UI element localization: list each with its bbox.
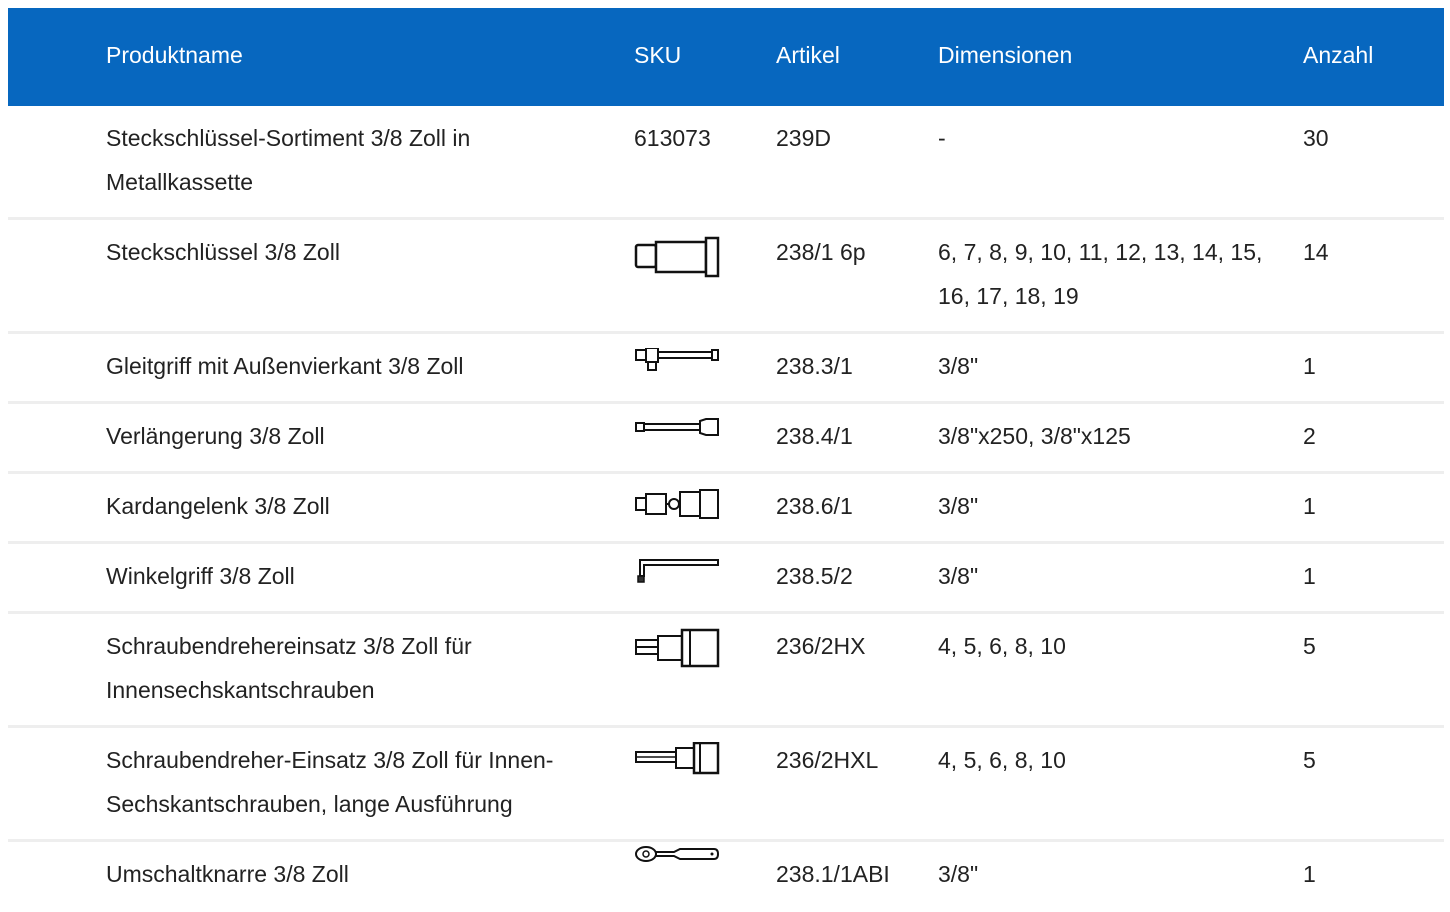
product-article: 238.6/1 (776, 493, 853, 519)
product-quantity: 30 (1303, 125, 1329, 151)
header-name: Produktname (106, 42, 243, 68)
product-dimensions: - (938, 125, 946, 151)
table-row: Kardangelenk 3/8 Zoll 238.6/1 3/8" 1 (8, 474, 1444, 544)
product-name: Winkelgriff 3/8 Zoll (106, 563, 295, 589)
product-article: 238.1/1ABI (776, 861, 890, 887)
header-article: Artikel (776, 42, 840, 68)
table-header: Produktname SKU Artikel Dimensionen Anza… (8, 8, 1444, 106)
header-dimensions: Dimensionen (938, 42, 1073, 68)
product-quantity: 2 (1303, 423, 1316, 449)
product-name: Verlängerung 3/8 Zoll (106, 423, 325, 449)
product-quantity: 14 (1303, 239, 1329, 265)
product-quantity: 1 (1303, 493, 1316, 519)
product-table: Produktname SKU Artikel Dimensionen Anza… (8, 8, 1444, 912)
product-dimensions: 6, 7, 8, 9, 10, 11, 12, 13, 14, 15, 16, … (938, 239, 1263, 309)
product-article: 238.3/1 (776, 353, 853, 379)
table-row: Schraubendrehereinsatz 3/8 Zoll für Inne… (8, 614, 1444, 728)
product-dimensions: 3/8" (938, 353, 979, 379)
table-row: Winkelgriff 3/8 Zoll 238.5/2 3/8" 1 (8, 544, 1444, 614)
product-name: Steckschlüssel-Sortiment 3/8 Zoll in Met… (106, 125, 471, 195)
table-row: Gleitgriff mit Außenvierkant 3/8 Zoll 23… (8, 334, 1444, 404)
product-article: 238/1 6p (776, 239, 866, 265)
product-quantity: 1 (1303, 563, 1316, 589)
product-article: 239D (776, 125, 831, 151)
table-row: Steckschlüssel 3/8 Zoll 238/1 6p 6, 7, 8… (8, 220, 1444, 334)
hex-bit-socket-icon (634, 628, 720, 670)
extension-bar-icon (634, 418, 720, 442)
table-row: Schraubendreher-Einsatz 3/8 Zoll für Inn… (8, 728, 1444, 842)
long-hex-bit-socket-icon (634, 742, 720, 776)
header-sku: SKU (634, 42, 682, 68)
header-quantity: Anzahl (1303, 42, 1374, 68)
product-name: Kardangelenk 3/8 Zoll (106, 493, 330, 519)
product-name: Umschaltknarre 3/8 Zoll (106, 861, 349, 887)
product-quantity: 5 (1303, 747, 1316, 773)
ratchet-icon (634, 844, 720, 870)
product-article: 236/2HX (776, 633, 866, 659)
table-row: Umschaltknarre 3/8 Zoll 238.1/1ABI 3/8" … (8, 842, 1444, 912)
sliding-t-handle-icon (634, 348, 720, 378)
product-quantity: 1 (1303, 353, 1316, 379)
product-name: Gleitgriff mit Außenvierkant 3/8 Zoll (106, 353, 464, 379)
product-dimensions: 3/8" (938, 493, 979, 519)
product-sku: 613073 (634, 125, 711, 151)
product-name: Schraubendrehereinsatz 3/8 Zoll für Inne… (106, 633, 472, 703)
product-quantity: 1 (1303, 861, 1316, 887)
product-name: Schraubendreher-Einsatz 3/8 Zoll für Inn… (106, 747, 554, 817)
product-dimensions: 3/8"x250, 3/8"x125 (938, 423, 1131, 449)
product-quantity: 5 (1303, 633, 1316, 659)
angle-handle-icon (634, 558, 720, 588)
product-dimensions: 4, 5, 6, 8, 10 (938, 633, 1066, 659)
product-article: 238.5/2 (776, 563, 853, 589)
product-article: 238.4/1 (776, 423, 853, 449)
socket-icon (634, 234, 720, 278)
product-article: 236/2HXL (776, 747, 879, 773)
table-row: Verlängerung 3/8 Zoll 238.4/1 3/8"x250, … (8, 404, 1444, 474)
table-row: Steckschlüssel-Sortiment 3/8 Zoll in Met… (8, 106, 1444, 220)
product-name: Steckschlüssel 3/8 Zoll (106, 239, 340, 265)
product-dimensions: 3/8" (938, 563, 979, 589)
product-dimensions: 4, 5, 6, 8, 10 (938, 747, 1066, 773)
product-dimensions: 3/8" (938, 861, 979, 887)
universal-joint-icon (634, 488, 720, 522)
